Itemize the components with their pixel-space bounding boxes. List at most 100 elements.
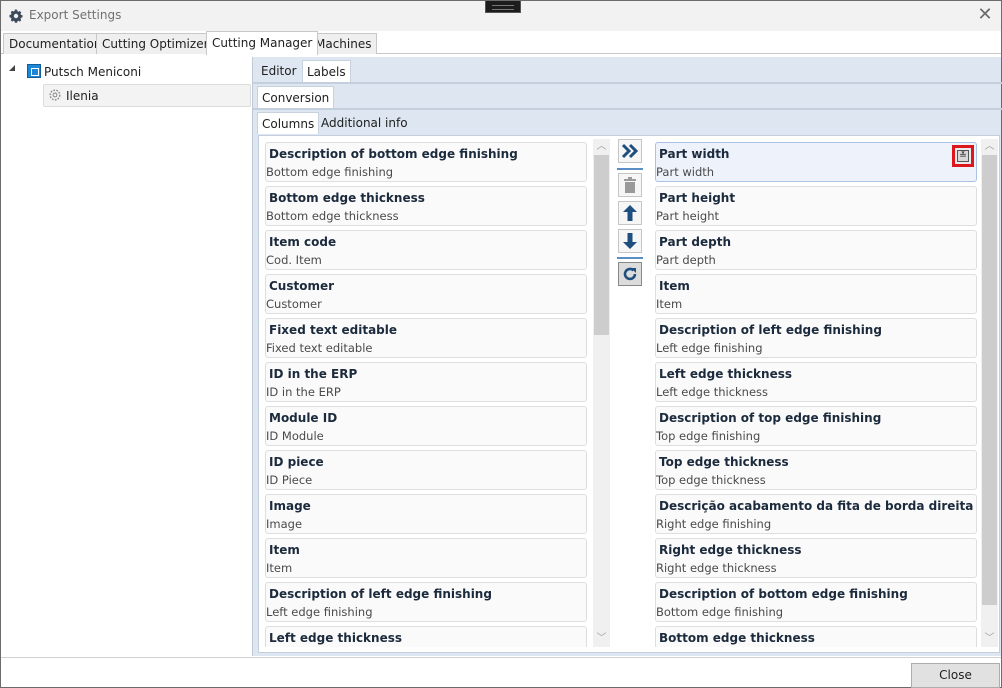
item-subtitle: Part width: [656, 165, 715, 179]
list-item[interactable]: Bottom edge thickness Bottom edge thickne…: [265, 186, 587, 226]
item-subtitle: Top edge thickness: [656, 473, 766, 487]
item-title: Part width: [659, 147, 730, 161]
list-item[interactable]: ID piece ID Piece: [265, 450, 587, 490]
list-item[interactable]: Left edge thickness: [265, 626, 587, 647]
tab-columns[interactable]: Columns: [257, 112, 320, 134]
list-item[interactable]: Right edge thickness Right edge thickness: [655, 538, 977, 578]
tab-cutting-optimizers[interactable]: Cutting Optimizers: [96, 33, 221, 54]
gear-icon: [9, 9, 23, 23]
item-title: Description of left edge finishing: [269, 587, 492, 601]
tree-node-label: Ilenia: [66, 89, 99, 103]
collapse-button[interactable]: ≚: [952, 145, 974, 167]
double-chevron-down-icon: ≚: [957, 150, 969, 162]
tab-documentation[interactable]: Documentation: [3, 33, 108, 54]
item-subtitle: Bottom edge finishing: [656, 605, 784, 619]
item-title: Right edge thickness: [659, 543, 802, 557]
scroll-down-icon[interactable]: ﹀: [593, 631, 610, 647]
list-item[interactable]: Description of bottom edge finishing Bott…: [265, 142, 587, 182]
divider: [253, 108, 1002, 110]
item-subtitle: Part height: [656, 209, 720, 223]
item-subtitle: Item: [656, 297, 683, 311]
item-subtitle: Customer: [266, 297, 322, 311]
scroll-up-icon[interactable]: ︿: [593, 139, 610, 155]
list-item[interactable]: Fixed text editable Fixed text editable: [265, 318, 587, 358]
available-columns-list[interactable]: Description of bottom edge finishing Bott…: [262, 139, 612, 647]
scrollbar-thumb[interactable]: [594, 155, 609, 335]
item-title: Bottom edge thickness: [659, 631, 815, 645]
window-close-icon[interactable]: ✕: [975, 5, 995, 25]
item-title: Part depth: [659, 235, 731, 249]
list-item[interactable]: Left edge thickness Left edge thickness: [655, 362, 977, 402]
trash-icon: [624, 177, 636, 193]
item-subtitle: Bottom edge thickness: [266, 209, 399, 223]
item-subtitle: Image: [266, 517, 303, 531]
close-button[interactable]: Close: [911, 663, 1000, 688]
export-settings-window: Export Settings ✕ Documentation Cutting …: [0, 0, 1002, 688]
tab-cutting-manager[interactable]: Cutting Manager: [206, 31, 319, 55]
list-item[interactable]: Bottom edge thickness: [655, 626, 977, 647]
item-title: Item code: [269, 235, 337, 249]
drag-grip-handle[interactable]: [485, 1, 521, 13]
item-subtitle: Right edge thickness: [656, 561, 777, 575]
list-item-selected[interactable]: Part width Part width ≚: [655, 142, 977, 182]
item-title: Description of left edge finishing: [659, 323, 882, 337]
divider: [253, 82, 1002, 84]
selected-columns-list[interactable]: Part width Part width ≚ Part height Part h…: [652, 139, 1000, 647]
tree-node-ilenia[interactable]: Ilenia: [43, 84, 251, 107]
item-title: Item: [269, 543, 300, 557]
gear-icon: [49, 89, 61, 101]
right-scrollbar[interactable]: ︿ ﹀: [981, 139, 998, 647]
list-item[interactable]: Description of left edge finishing Left e…: [265, 582, 587, 622]
tree-node-putsch-meniconi[interactable]: Putsch Meniconi: [27, 61, 141, 83]
list-item[interactable]: Description of left edge finishing Left e…: [655, 318, 977, 358]
tab-additional-info[interactable]: Additional info: [317, 112, 412, 134]
list-item[interactable]: Customer Customer: [265, 274, 587, 314]
tab-conversion[interactable]: Conversion: [257, 86, 335, 108]
tab-machines[interactable]: Machines: [309, 33, 378, 54]
item-title: Top edge thickness: [659, 455, 789, 469]
reset-button[interactable]: [618, 262, 642, 286]
list-item[interactable]: Description of bottom edge finishing Bott…: [655, 582, 977, 622]
list-item[interactable]: Descrição acabamento da fita de borda di…: [655, 494, 977, 534]
list-item[interactable]: Part depth Part depth: [655, 230, 977, 270]
item-subtitle: Right edge finishing: [656, 517, 772, 531]
list-item[interactable]: Description of top edge finishing Top edg…: [655, 406, 977, 446]
add-all-button[interactable]: [618, 139, 642, 163]
list-item[interactable]: ID in the ERP ID in the ERP: [265, 362, 587, 402]
list-item[interactable]: Image Image: [265, 494, 587, 534]
expand-collapse-icon[interactable]: [9, 65, 15, 71]
tab-labels[interactable]: Labels: [302, 60, 351, 82]
item-title: Descrição acabamento da fita de borda di…: [659, 499, 974, 513]
list-item[interactable]: Item Item: [265, 538, 587, 578]
item-subtitle: ID Module: [266, 429, 324, 443]
item-subtitle: Top edge finishing: [656, 429, 761, 443]
item-title: Description of top edge finishing: [659, 411, 882, 425]
arrow-down-icon: [623, 233, 637, 249]
tab-editor[interactable]: Editor: [257, 60, 301, 82]
delete-button[interactable]: [618, 173, 642, 197]
item-title: Fixed text editable: [269, 323, 398, 337]
item-subtitle: Left edge thickness: [656, 385, 769, 399]
item-title: Bottom edge thickness: [269, 191, 425, 205]
item-title: Part height: [659, 191, 736, 205]
list-item[interactable]: Module ID ID Module: [265, 406, 587, 446]
item-title: Image: [269, 499, 311, 513]
item-title: Description of bottom edge finishing: [269, 147, 518, 161]
list-item[interactable]: Item code Cod. Item: [265, 230, 587, 270]
scroll-down-icon[interactable]: ﹀: [981, 631, 998, 647]
item-subtitle: Part depth: [656, 253, 716, 267]
move-down-button[interactable]: [618, 229, 642, 253]
dialog-footer: Close: [1, 657, 1001, 688]
list-item[interactable]: Part height Part height: [655, 186, 977, 226]
columns-editor: Description of bottom edge finishing Bott…: [258, 135, 1000, 653]
list-item[interactable]: Item Item: [655, 274, 977, 314]
refresh-icon: [623, 267, 637, 281]
item-title: ID piece: [269, 455, 324, 469]
scroll-up-icon[interactable]: ︿: [981, 139, 998, 155]
left-scrollbar[interactable]: ︿ ﹀: [593, 139, 610, 647]
item-subtitle: ID Piece: [266, 473, 313, 487]
window-title: Export Settings: [29, 8, 122, 22]
move-up-button[interactable]: [618, 201, 642, 225]
scrollbar-thumb[interactable]: [982, 155, 997, 605]
list-item[interactable]: Top edge thickness Top edge thickness: [655, 450, 977, 490]
